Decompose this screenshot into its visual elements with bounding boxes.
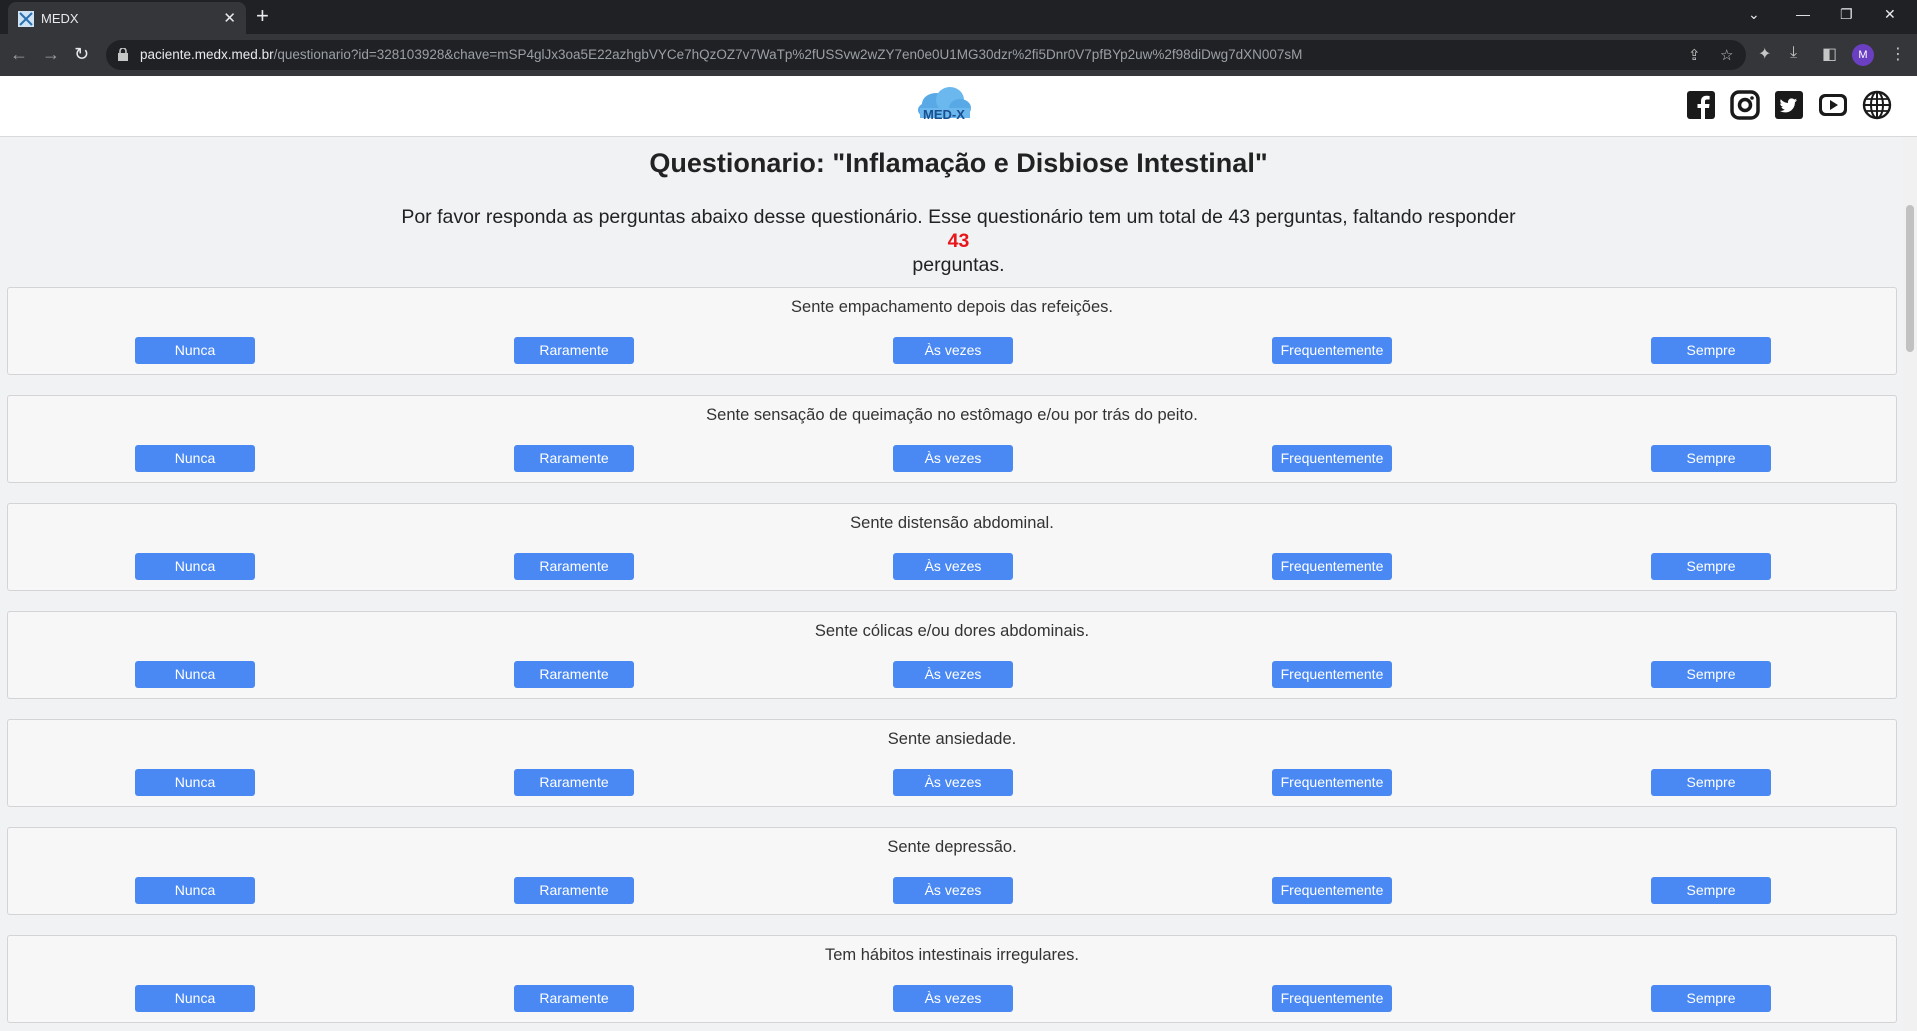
option-as-vezes-button[interactable]: Às vezes <box>893 661 1013 688</box>
scrollbar-thumb[interactable] <box>1906 205 1914 352</box>
option-sempre-button[interactable]: Sempre <box>1651 445 1771 472</box>
option-frequentemente-button[interactable]: Frequentemente <box>1272 769 1392 796</box>
question-card: Sente depressão. Nunca Raramente Às veze… <box>7 827 1897 915</box>
page-title: Questionario: "Inflamação e Disbiose Int… <box>649 148 1268 178</box>
minimize-icon[interactable]: — <box>1796 6 1810 22</box>
browser-tab[interactable]: MEDX ✕ <box>8 2 246 34</box>
intro-suffix: perguntas. <box>912 254 1005 276</box>
option-raramente-button[interactable]: Raramente <box>514 661 634 688</box>
back-icon[interactable]: ← <box>10 43 28 65</box>
browser-tabstrip: MEDX ✕ + ⌄ — ❐ ✕ <box>0 0 1917 34</box>
option-nunca-button[interactable]: Nunca <box>135 769 255 796</box>
option-sempre-button[interactable]: Sempre <box>1651 769 1771 796</box>
download-icon[interactable]: ⤓ <box>1790 44 1797 62</box>
option-as-vezes-button[interactable]: Às vezes <box>893 877 1013 904</box>
option-nunca-button[interactable]: Nunca <box>135 985 255 1012</box>
option-sempre-button[interactable]: Sempre <box>1651 985 1771 1012</box>
option-raramente-button[interactable]: Raramente <box>514 337 634 364</box>
option-raramente-button[interactable]: Raramente <box>514 877 634 904</box>
intro-text: Por favor responda as perguntas abaixo d… <box>0 205 1917 277</box>
menu-icon[interactable]: ⋮ <box>1890 44 1906 64</box>
intro-main: Por favor responda as perguntas abaixo d… <box>401 206 1516 228</box>
question-card: Sente sensação de queimação no estômago … <box>7 395 1897 483</box>
question-text: Sente distensão abdominal. <box>850 514 1054 532</box>
remaining-count: 43 <box>947 230 970 252</box>
facebook-icon[interactable] <box>1686 90 1716 120</box>
extensions-icon[interactable]: ✦ <box>1758 44 1771 64</box>
option-sempre-button[interactable]: Sempre <box>1651 337 1771 364</box>
option-frequentemente-button[interactable]: Frequentemente <box>1272 553 1392 580</box>
option-frequentemente-button[interactable]: Frequentemente <box>1272 877 1392 904</box>
reload-icon[interactable]: ↻ <box>74 43 89 65</box>
profile-avatar[interactable]: M <box>1852 44 1874 66</box>
logo-text: MED-X <box>923 107 965 122</box>
tab-search-icon[interactable]: ⌄ <box>1748 6 1760 23</box>
new-tab-button[interactable]: + <box>256 4 269 28</box>
question-text: Sente ansiedade. <box>887 730 1017 748</box>
option-raramente-button[interactable]: Raramente <box>514 985 634 1012</box>
option-nunca-button[interactable]: Nunca <box>135 553 255 580</box>
question-card: Sente cólicas e/ou dores abdominais. Nun… <box>7 611 1897 699</box>
option-nunca-button[interactable]: Nunca <box>135 661 255 688</box>
option-frequentemente-button[interactable]: Frequentemente <box>1272 445 1392 472</box>
address-bar[interactable]: paciente.medx.med.br/questionario?id=328… <box>106 40 1746 70</box>
option-frequentemente-button[interactable]: Frequentemente <box>1272 661 1392 688</box>
side-panel-icon[interactable]: ◧ <box>1822 44 1837 64</box>
option-as-vezes-button[interactable]: Às vezes <box>893 553 1013 580</box>
option-raramente-button[interactable]: Raramente <box>514 445 634 472</box>
option-sempre-button[interactable]: Sempre <box>1651 661 1771 688</box>
forward-icon[interactable]: → <box>42 43 60 65</box>
question-card: Sente distensão abdominal. Nunca Raramen… <box>7 503 1897 591</box>
instagram-icon[interactable] <box>1730 90 1760 120</box>
option-as-vezes-button[interactable]: Às vezes <box>893 337 1013 364</box>
question-text: Sente sensação de queimação no estômago … <box>706 406 1198 424</box>
close-window-icon[interactable]: ✕ <box>1884 6 1896 23</box>
page-scrollbar[interactable] <box>1903 137 1917 1031</box>
site-header: MED-X <box>0 76 1917 137</box>
question-text: Tem hábitos intestinais irregulares. <box>824 946 1080 964</box>
question-card: Sente ansiedade. Nunca Raramente Às veze… <box>7 719 1897 807</box>
option-sempre-button[interactable]: Sempre <box>1651 553 1771 580</box>
question-text: Sente empachamento depois das refeições. <box>791 298 1113 316</box>
option-as-vezes-button[interactable]: Às vezes <box>893 985 1013 1012</box>
medx-favicon-icon <box>18 11 34 27</box>
share-icon[interactable]: ⇪ <box>1688 46 1701 64</box>
restore-icon[interactable]: ❐ <box>1840 6 1853 23</box>
option-nunca-button[interactable]: Nunca <box>135 445 255 472</box>
url-text: paciente.medx.med.br/questionario?id=328… <box>140 47 1302 62</box>
question-text: Sente depressão. <box>887 838 1017 856</box>
bookmark-star-icon[interactable]: ☆ <box>1720 46 1733 64</box>
option-as-vezes-button[interactable]: Às vezes <box>893 769 1013 796</box>
tab-title: MEDX <box>41 11 79 26</box>
option-nunca-button[interactable]: Nunca <box>135 337 255 364</box>
option-as-vezes-button[interactable]: Às vezes <box>893 445 1013 472</box>
youtube-icon[interactable] <box>1818 90 1848 120</box>
medx-logo[interactable]: MED-X <box>914 84 974 126</box>
globe-icon[interactable] <box>1862 90 1892 120</box>
option-sempre-button[interactable]: Sempre <box>1651 877 1771 904</box>
url-host: paciente.medx.med.br <box>140 47 274 62</box>
lock-icon <box>118 48 128 61</box>
url-path: /questionario?id=328103928&chave=mSP4glJ… <box>273 47 1303 62</box>
question-card: Tem hábitos intestinais irregulares. Nun… <box>7 935 1897 1023</box>
close-tab-icon[interactable]: ✕ <box>223 9 236 27</box>
option-raramente-button[interactable]: Raramente <box>514 553 634 580</box>
question-card: Sente empachamento depois das refeições.… <box>7 287 1897 375</box>
question-text: Sente cólicas e/ou dores abdominais. <box>814 622 1090 640</box>
option-frequentemente-button[interactable]: Frequentemente <box>1272 337 1392 364</box>
option-raramente-button[interactable]: Raramente <box>514 769 634 796</box>
browser-toolbar: ← → ↻ paciente.medx.med.br/questionario?… <box>0 34 1917 76</box>
option-frequentemente-button[interactable]: Frequentemente <box>1272 985 1392 1012</box>
option-nunca-button[interactable]: Nunca <box>135 877 255 904</box>
twitter-icon[interactable] <box>1774 90 1804 120</box>
